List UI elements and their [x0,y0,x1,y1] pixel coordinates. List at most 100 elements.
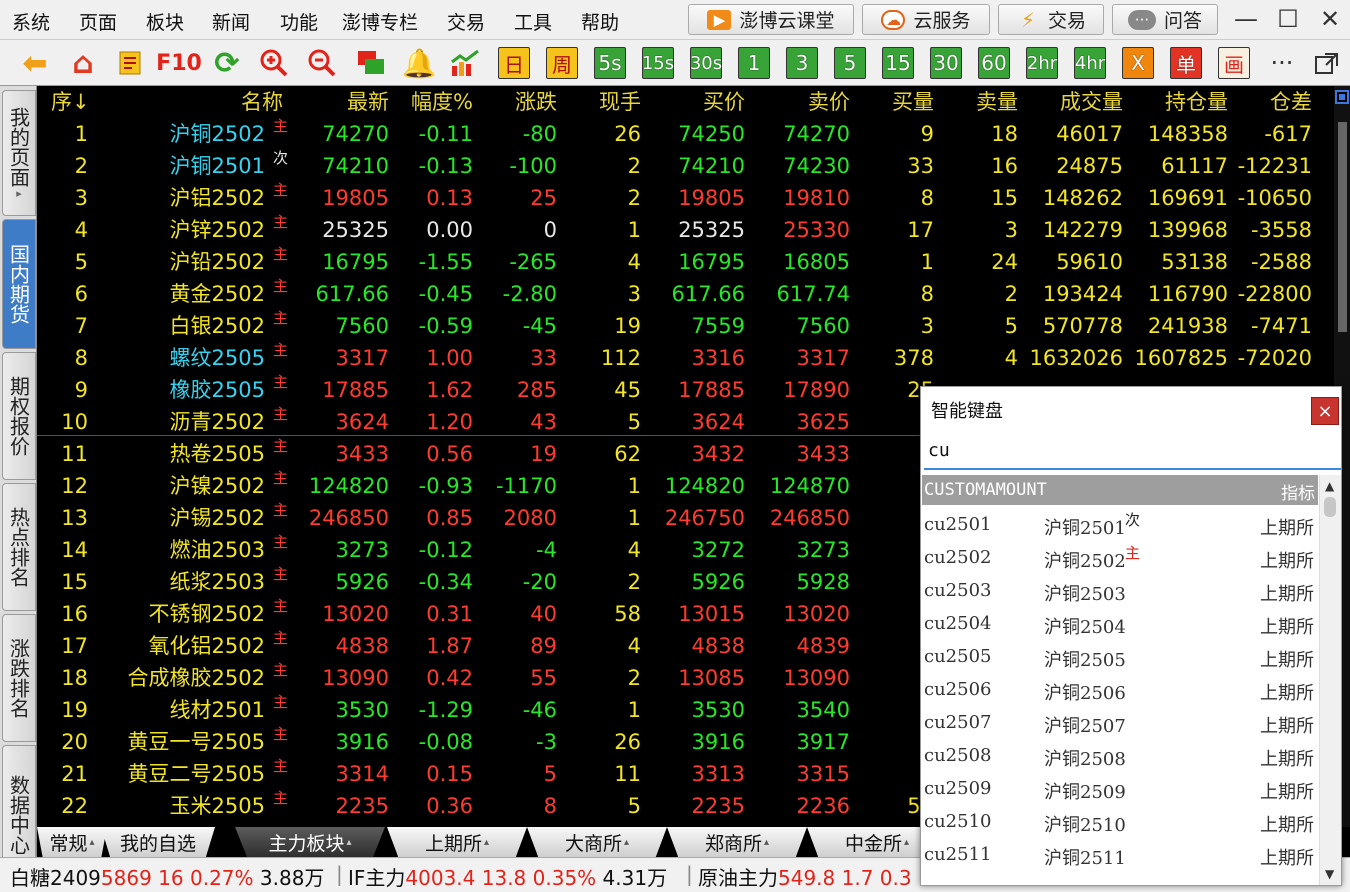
windows-icon[interactable] [354,46,388,80]
scrollbar-thumb[interactable] [1338,122,1347,332]
table-row[interactable]: 6 黄金2502 主 617.66 -0.45 -2.80 3 617.66 617.74 8 2 1… [37,278,1334,310]
refresh-icon[interactable]: ⟳ [210,46,244,81]
period-3m-button[interactable]: 3 [786,47,818,79]
period-15s-button[interactable]: 15s [642,47,674,79]
table-row[interactable]: 2 沪铜2501 次 74210 -0.13 -100 2 74210 74230 33 16 248… [37,150,1334,182]
period-30s-button[interactable]: 30s [690,47,722,79]
period-60m-button[interactable]: 60 [978,47,1010,79]
result-item[interactable]: cu2502 沪铜2502 主 上期所 [922,540,1318,573]
table-row[interactable]: 4 沪锌2502 主 25325 0.00 0 1 25325 25330 17 3 142279 13… [37,214,1334,246]
trend-chart-icon[interactable] [449,46,483,80]
result-item[interactable]: cu2501 沪铜2501 次 上期所 [922,507,1318,540]
result-item[interactable]: cu2504 沪铜2504 上期所 [922,606,1318,639]
menu-help[interactable]: 帮助 [581,8,619,35]
table-row[interactable]: 1 沪铜2502 主 74270 -0.11 -80 26 74250 74270 9 18 4601… [37,118,1334,150]
zoom-out-icon[interactable] [305,46,339,80]
cloud-service-button[interactable]: ☁ 云服务 [862,4,990,35]
result-item[interactable]: cu2508 沪铜2508 上期所 [922,738,1318,771]
external-window-icon[interactable] [1310,47,1344,79]
menu-tools[interactable]: 工具 [514,8,552,35]
tab-my-watchlist[interactable]: 我的自选 [101,827,215,857]
menu-news[interactable]: 新闻 [212,8,250,35]
table-row[interactable]: 3 沪铝2502 主 19805 0.13 25 2 19805 19810 8 15 148262 1… [37,182,1334,214]
order-button[interactable]: 单 [1170,47,1202,79]
tab-option-quotes[interactable]: 期权报价 [2,352,36,480]
result-item[interactable]: cu2506 沪铜2506 上期所 [922,672,1318,705]
tab-general[interactable]: 常规 ▴ [37,827,107,857]
period-5s-button[interactable]: 5s [594,47,626,79]
menu-column[interactable]: 澎博专栏 [342,8,418,35]
ticker-item[interactable]: 原油主力549.8 1.7 0.3 [698,862,912,891]
back-arrow-icon[interactable]: ⬅ [18,46,52,81]
period-5m-button[interactable]: 5 [834,47,866,79]
result-scrollbar[interactable]: ▲ ▼ [1319,475,1341,885]
scroll-up-icon[interactable]: ▲ [1325,479,1334,493]
qa-button[interactable]: ··· 问答 [1112,4,1218,35]
result-item[interactable]: cu2503 沪铜2503 上期所 [922,573,1318,606]
result-item[interactable]: cu2509 沪铜2509 上期所 [922,771,1318,804]
minimize-icon[interactable]: — [1226,2,1266,36]
result-header-right[interactable]: 指标 [1281,479,1315,504]
col-volume[interactable]: 成交量 [1060,89,1123,115]
draw-button[interactable]: 画 [1218,47,1250,79]
table-row[interactable]: 8 螺纹2505 主 3317 1.00 33 112 3316 3317 378 4 1632026… [37,342,1334,374]
tab-my-page[interactable]: 我的页面 ▸ [2,90,36,216]
menu-sector[interactable]: 板块 [146,8,184,35]
tab-shfe[interactable]: 上期所 ▴ [387,827,527,857]
close-x-button[interactable]: X [1122,47,1154,79]
ticker-item[interactable]: 白糖24095869 16 0.27% 3.88万 [10,862,324,891]
menu-trade[interactable]: 交易 [447,8,485,35]
tab-czce[interactable]: 郑商所 ▴ [667,827,807,857]
col-hand[interactable]: 现手 [599,89,641,115]
col-pct[interactable]: 幅度% [411,89,473,115]
period-15m-button[interactable]: 15 [882,47,914,79]
more-icon[interactable]: ··· [1264,47,1300,79]
notebook-icon[interactable] [113,46,147,80]
period-day-button[interactable]: 日 [498,47,530,79]
smart-keyboard-input[interactable] [924,433,1341,470]
result-item[interactable]: cu2511 沪铜2511 上期所 [922,837,1318,870]
tab-main-sector[interactable]: 主力板块 ▴ [235,827,385,857]
tab-hot-ranking[interactable]: 热点排名 [2,483,36,611]
table-row[interactable]: 7 白银2502 主 7560 -0.59 -45 19 7559 7560 3 5 570778 24… [37,310,1334,342]
trade-button[interactable]: ⚡ 交易 [998,4,1104,35]
row-oi: 53138 [1161,250,1228,274]
result-item[interactable]: cu2510 沪铜2510 上期所 [922,804,1318,837]
table-row[interactable]: 5 沪铅2502 主 16795 -1.55 -265 4 16795 16805 1 24 5961… [37,246,1334,278]
scroll-down-icon[interactable]: ▼ [1325,867,1334,881]
col-seq[interactable]: 序↓ [51,89,90,115]
scrollbar-thumb[interactable] [1324,497,1336,517]
period-2hr-button[interactable]: 2hr [1026,47,1058,79]
zoom-in-icon[interactable] [257,46,291,80]
period-1m-button[interactable]: 1 [738,47,770,79]
col-ask[interactable]: 卖价 [808,89,850,115]
col-name[interactable]: 名称 [241,89,283,115]
ticker-item[interactable]: IF主力4003.4 13.8 0.35% 4.31万 [348,862,667,891]
col-last[interactable]: 最新 [347,89,389,115]
column-settings-icon[interactable] [1335,90,1349,104]
col-ask-vol[interactable]: 卖量 [976,89,1018,115]
col-bid[interactable]: 买价 [703,89,745,115]
home-icon[interactable]: ⌂ [66,46,100,81]
close-icon[interactable]: ✕ [1310,2,1350,36]
period-4hr-button[interactable]: 4hr [1074,47,1106,79]
result-item[interactable]: cu2505 沪铜2505 上期所 [922,639,1318,672]
result-item[interactable]: cu2507 沪铜2507 上期所 [922,705,1318,738]
close-icon[interactable]: × [1311,397,1339,425]
tab-dce[interactable]: 大商所 ▴ [527,827,667,857]
alert-bell-icon[interactable]: 🔔 [402,46,437,80]
f10-icon[interactable]: F10 [156,46,202,80]
menu-function[interactable]: 功能 [280,8,318,35]
period-week-button[interactable]: 周 [546,47,578,79]
menu-page[interactable]: 页面 [79,8,117,35]
col-oi-change[interactable]: 仓差 [1270,89,1312,115]
tab-change-ranking[interactable]: 涨跌排名 [2,614,36,742]
col-change[interactable]: 涨跌 [515,89,557,115]
col-bid-vol[interactable]: 买量 [892,89,934,115]
tab-domestic-futures[interactable]: 国内期货 [2,219,36,349]
period-30m-button[interactable]: 30 [930,47,962,79]
col-open-interest[interactable]: 持仓量 [1165,89,1228,115]
maximize-icon[interactable]: ☐ [1268,2,1308,36]
cloud-classroom-button[interactable]: ▶ 澎博云课堂 [688,4,854,35]
menu-system[interactable]: 系统 [12,8,50,35]
